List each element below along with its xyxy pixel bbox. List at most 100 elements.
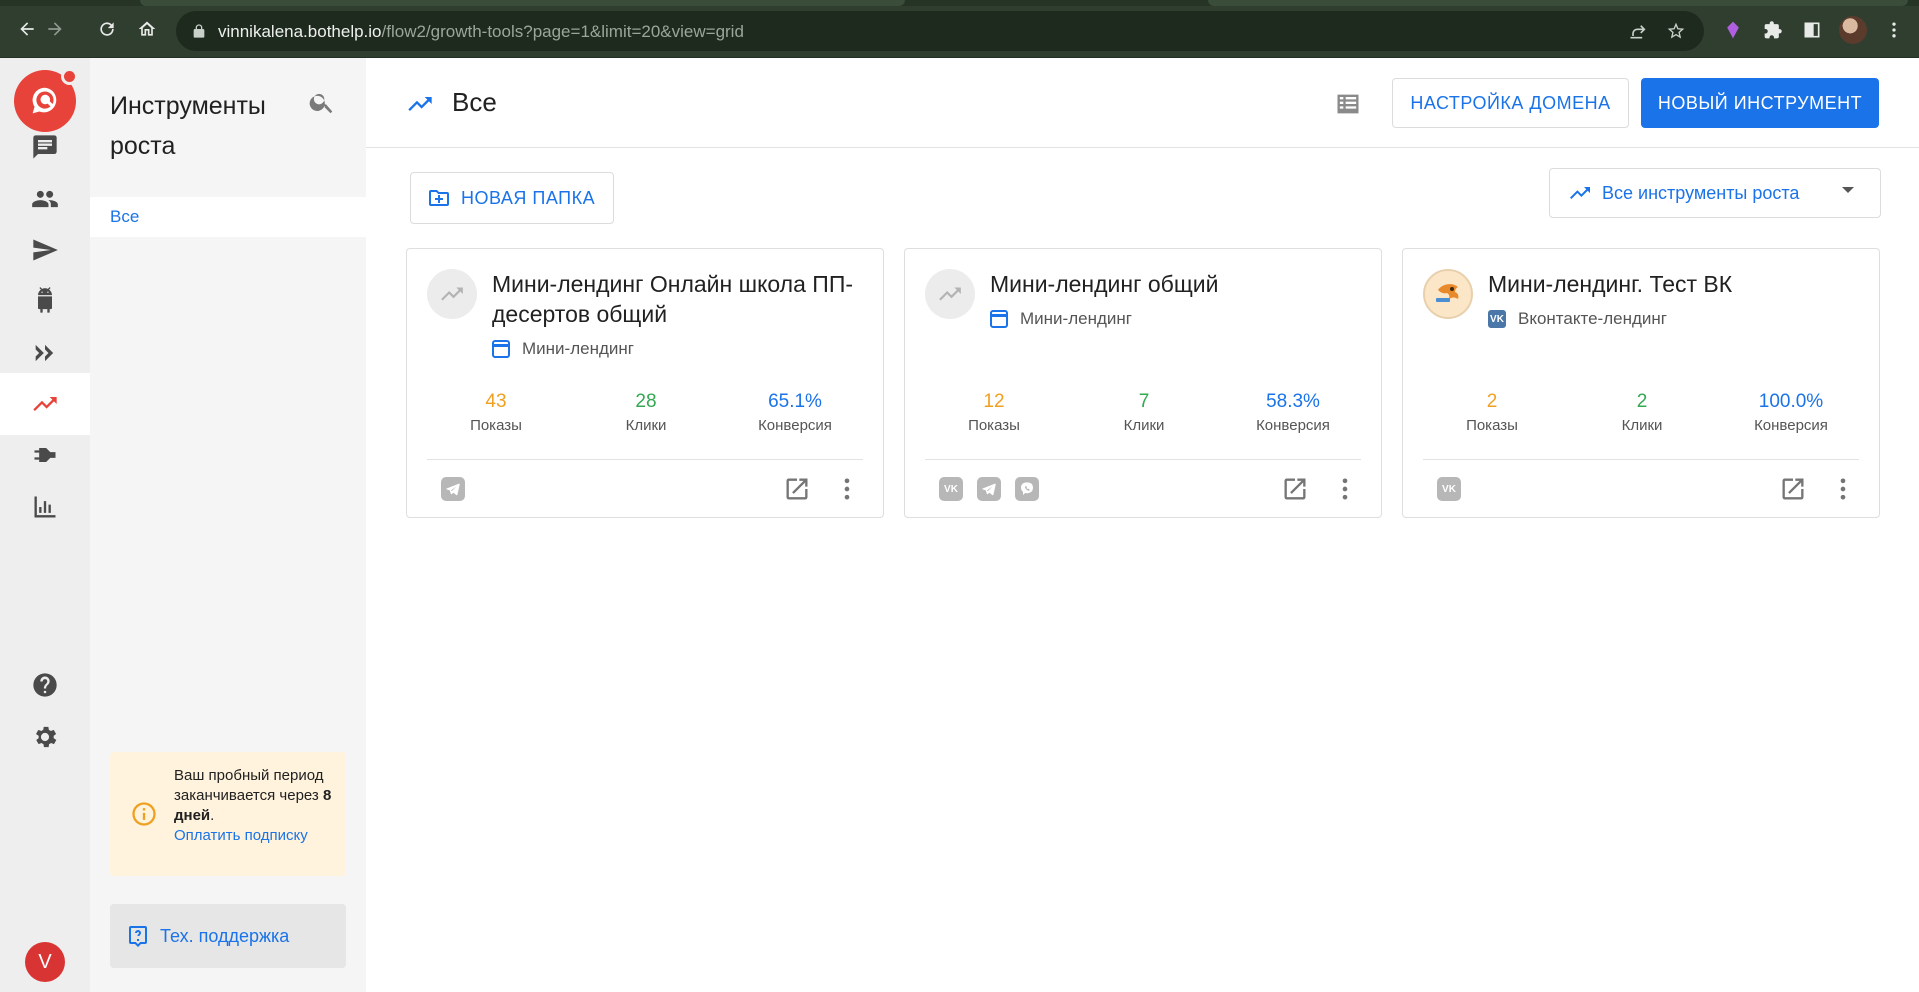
section-sidebar: Инструменты роста Все Ваш пробный период… — [90, 58, 366, 992]
tool-name[interactable]: Мини-лендинг общий — [990, 269, 1360, 299]
vk-icon: VK — [1437, 477, 1461, 501]
web-page-icon — [990, 310, 1008, 328]
tool-name[interactable]: Мини-лендинг. Тест ВК — [1488, 269, 1858, 299]
bookmark-star-icon[interactable] — [1666, 21, 1686, 41]
people-icon — [32, 190, 58, 208]
tool-type-filter[interactable]: Все инструменты роста — [1549, 168, 1881, 218]
plug-icon — [34, 448, 56, 462]
folder-plus-icon — [429, 190, 449, 206]
browser-tab[interactable] — [140, 0, 905, 6]
tool-thumbnail — [925, 269, 975, 319]
pay-subscription-link[interactable]: Оплатить подписку — [174, 826, 334, 846]
home-icon[interactable] — [134, 16, 160, 42]
tool-thumbnail — [427, 269, 477, 319]
stat-clicks: 7 Клики — [1123, 391, 1165, 434]
more-options-icon[interactable] — [1829, 475, 1857, 503]
card-divider — [1423, 459, 1859, 460]
vk-icon: VK — [1488, 310, 1506, 328]
growth-tool-card[interactable]: Мини-лендинг общий Мини-лендинг 12 Показ… — [904, 248, 1382, 518]
tool-type: Мини-лендинг — [492, 339, 634, 359]
extensions-puzzle-icon[interactable] — [1762, 19, 1784, 41]
trial-text: Ваш пробный период заканчивается через 8… — [174, 766, 334, 846]
send-icon — [33, 239, 58, 261]
address-bar[interactable]: vinnikalena.bothelp.io/flow2/growth-tool… — [176, 11, 1704, 51]
help-square-icon — [129, 926, 147, 947]
back-arrow-icon[interactable] — [14, 16, 40, 42]
double-chevron-icon — [35, 344, 54, 362]
stat-conversion: 65.1% Конверсия — [758, 391, 832, 434]
stat-shows: 2 Показы — [1466, 391, 1518, 434]
sidebar-folder-all[interactable]: Все — [90, 197, 366, 237]
open-external-icon[interactable] — [1779, 475, 1807, 503]
side-panel-icon[interactable] — [1801, 19, 1823, 41]
page-header: Все НАСТРОЙКА ДОМЕНА НОВЫЙ ИНСТРУМЕНТ — [366, 58, 1919, 148]
open-external-icon[interactable] — [783, 475, 811, 503]
lock-icon[interactable] — [191, 23, 207, 39]
stat-clicks: 2 Клики — [1621, 391, 1663, 434]
gear-icon — [36, 726, 57, 748]
browser-menu-icon[interactable] — [1883, 19, 1905, 41]
share-icon[interactable] — [1628, 21, 1648, 41]
url-text: vinnikalena.bothelp.io/flow2/growth-tool… — [218, 22, 744, 41]
forward-arrow-icon[interactable] — [42, 16, 68, 42]
browser-tab[interactable] — [1208, 0, 1908, 6]
stat-conversion: 100.0% Конверсия — [1754, 391, 1828, 434]
tool-stats: 12 Показы 7 Клики 58.3% Конверсия — [905, 389, 1383, 445]
tool-type: Мини-лендинг — [990, 309, 1132, 329]
main-content: Все НАСТРОЙКА ДОМЕНА НОВЫЙ ИНСТРУМЕНТ НО… — [366, 58, 1919, 992]
trending-up-icon — [1568, 181, 1592, 205]
growth-tool-card[interactable]: Мини-лендинг. Тест ВК VK Вконтакте-ленди… — [1402, 248, 1880, 518]
telegram-icon — [441, 477, 465, 501]
stat-clicks: 28 Клики — [625, 391, 667, 434]
notification-dot — [61, 68, 78, 85]
more-options-icon[interactable] — [1331, 475, 1359, 503]
user-avatar[interactable]: V — [25, 942, 65, 982]
tool-type: VK Вконтакте-лендинг — [1488, 309, 1667, 329]
rail-item-settings[interactable] — [0, 706, 90, 768]
domain-settings-button[interactable]: НАСТРОЙКА ДОМЕНА — [1392, 78, 1629, 128]
tab-strip — [0, 0, 1919, 6]
new-tool-button[interactable]: НОВЫЙ ИНСТРУМЕНТ — [1641, 78, 1879, 128]
trending-up-icon — [406, 90, 434, 118]
stat-shows: 12 Показы — [968, 391, 1020, 434]
support-button[interactable]: Тех. поддержка — [110, 904, 346, 968]
search-icon[interactable] — [308, 88, 336, 116]
new-folder-label: НОВАЯ ПАПКА — [461, 187, 596, 208]
trial-notice: Ваш пробный период заканчивается через 8… — [110, 752, 346, 876]
extension-gem-icon[interactable] — [1722, 19, 1744, 41]
growth-tool-card[interactable]: Мини-лендинг Онлайн школа ПП-десертов об… — [406, 248, 884, 518]
telegram-icon — [977, 477, 1001, 501]
more-options-icon[interactable] — [833, 475, 861, 503]
dropdown-caret-icon — [1842, 187, 1854, 193]
info-icon — [130, 800, 158, 828]
viber-icon — [1015, 477, 1039, 501]
tool-stats: 43 Показы 28 Клики 65.1% Конверсия — [407, 389, 885, 445]
browser-toolbar: vinnikalena.bothelp.io/flow2/growth-tool… — [0, 0, 1919, 58]
trending-up-icon — [939, 287, 961, 301]
stat-shows: 43 Показы — [470, 391, 522, 434]
list-view-icon[interactable] — [1334, 90, 1362, 118]
tool-thumbnail-image — [1423, 269, 1473, 319]
open-external-icon[interactable] — [1281, 475, 1309, 503]
chat-icon — [33, 135, 57, 159]
new-folder-button[interactable]: НОВАЯ ПАПКА — [410, 172, 614, 224]
web-page-icon — [492, 340, 510, 358]
tool-name[interactable]: Мини-лендинг Онлайн школа ПП-десертов об… — [492, 269, 862, 329]
trending-up-icon — [441, 287, 463, 301]
filter-value: Все инструменты роста — [1602, 182, 1800, 203]
card-divider — [427, 459, 863, 460]
reload-icon[interactable] — [94, 16, 120, 42]
profile-avatar[interactable] — [1839, 16, 1867, 44]
page-title: Все — [452, 87, 497, 117]
card-divider — [925, 459, 1361, 460]
app-nav-rail: V — [0, 58, 90, 992]
vk-icon: VK — [939, 477, 963, 501]
android-bot-icon — [38, 287, 52, 313]
sidebar-title: Инструменты роста — [110, 92, 266, 160]
support-label: Тех. поддержка — [160, 925, 290, 946]
trending-up-icon — [33, 397, 57, 411]
help-circle-icon — [33, 673, 57, 697]
bar-chart-icon — [34, 496, 56, 518]
tool-stats: 2 Показы 2 Клики 100.0% Конверсия — [1403, 389, 1881, 445]
rail-item-analytics[interactable] — [0, 476, 90, 538]
